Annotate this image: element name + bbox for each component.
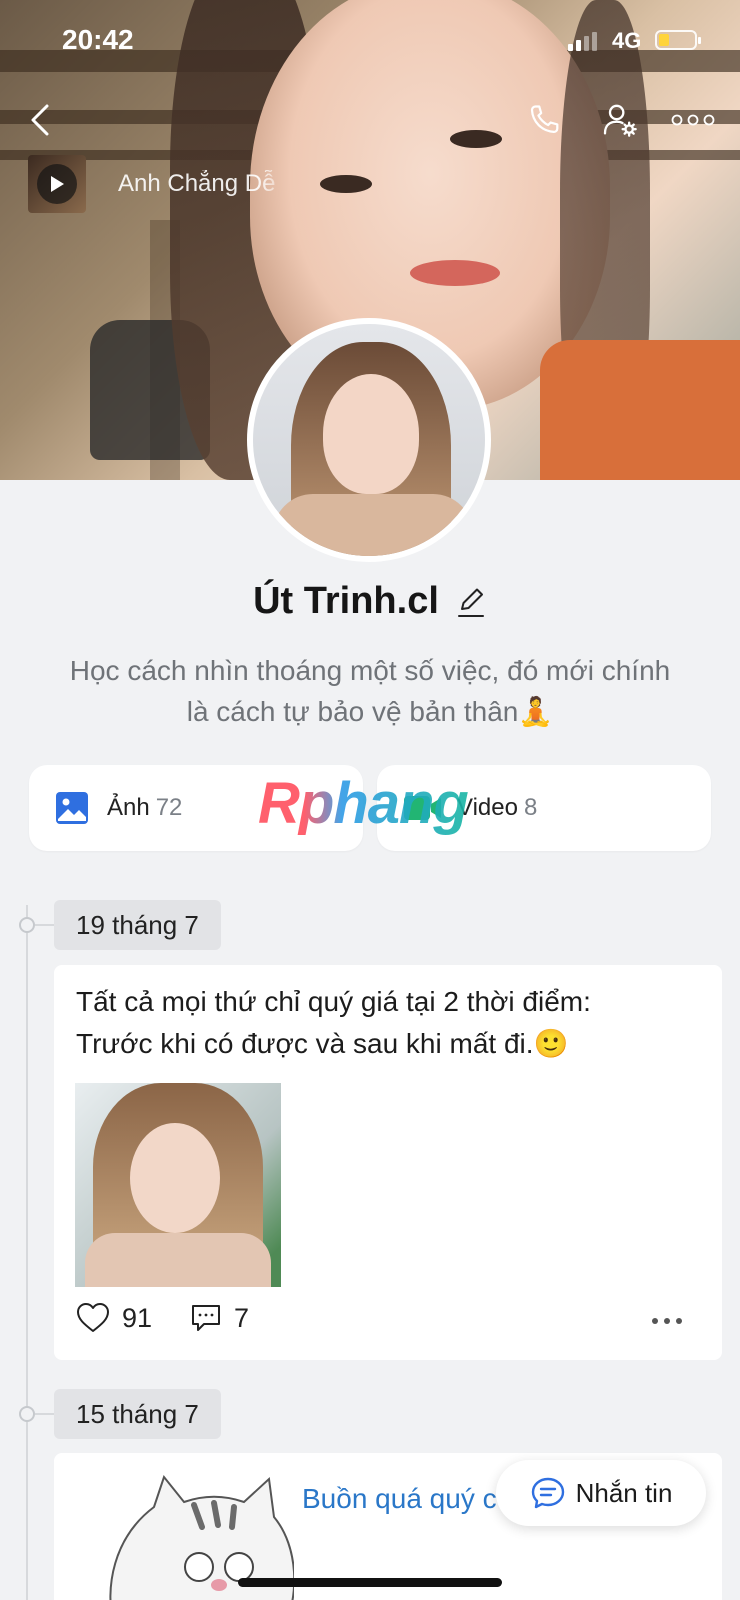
home-indicator[interactable] <box>238 1578 502 1587</box>
chat-bubble-icon <box>531 1477 564 1509</box>
videos-count: 8 <box>523 794 538 821</box>
play-icon <box>51 176 64 192</box>
timeline-line <box>26 905 28 1600</box>
back-button[interactable] <box>18 98 62 142</box>
photo-icon <box>56 792 88 824</box>
timeline-dot <box>19 917 35 933</box>
bio-line-2: là cách tự bảo vệ bản thân🧘 <box>186 696 554 727</box>
timeline-tick <box>35 924 55 926</box>
battery-icon <box>655 30 701 50</box>
signal-icon <box>568 32 597 51</box>
comment-icon <box>192 1305 221 1331</box>
more-options-button[interactable] <box>668 98 718 142</box>
music-thumbnail <box>28 155 86 213</box>
post-text: Tất cả mọi thứ chỉ quý giá tại 2 thời đi… <box>76 981 696 1065</box>
profile-bio: Học cách nhìn thoáng một số việc, đó mới… <box>30 650 710 732</box>
user-settings-icon <box>603 104 637 137</box>
post-actions: 91 7 <box>76 1302 287 1334</box>
post-text: Buồn quá quý c <box>302 1483 497 1514</box>
comment-button[interactable]: 7 <box>190 1303 249 1334</box>
timeline-tick <box>35 1413 55 1415</box>
profile-settings-button[interactable] <box>598 98 642 142</box>
profile-music[interactable]: Anh Chẳng Dễ <box>28 155 293 213</box>
comment-count: 7 <box>234 1302 250 1333</box>
bio-line-1: Học cách nhìn thoáng một số việc, đó mới… <box>69 655 671 686</box>
profile-name-row: Út Trinh.cl <box>0 580 740 623</box>
edit-pencil-icon[interactable] <box>455 584 487 620</box>
avatar[interactable] <box>247 318 491 562</box>
post-more-icon[interactable] <box>652 1318 682 1324</box>
like-count: 91 <box>122 1302 153 1333</box>
status-bar: 20:42 4G <box>0 0 740 80</box>
watermark-logo: Rphang <box>258 771 469 836</box>
photos-count: 72 <box>155 794 183 821</box>
post-photo[interactable] <box>75 1083 281 1287</box>
more-horizontal-icon <box>671 114 715 126</box>
message-button[interactable]: Nhắn tin <box>496 1460 706 1526</box>
phone-icon <box>530 105 559 133</box>
music-title: Anh Chẳng Dễ <box>118 170 276 197</box>
heart-icon <box>77 1303 109 1332</box>
timeline-dot <box>19 1406 35 1422</box>
post-text-line-2: Trước khi có được và sau khi mất đi.🙂 <box>76 1028 569 1059</box>
message-button-label: Nhắn tin <box>575 1477 673 1508</box>
play-button[interactable] <box>37 164 77 204</box>
status-time: 20:42 <box>62 24 134 55</box>
post-date: 19 tháng 7 <box>54 900 221 950</box>
photos-label: Ảnh <box>107 794 150 821</box>
call-button[interactable] <box>522 98 566 142</box>
post-date: 15 tháng 7 <box>54 1389 221 1439</box>
chevron-left-icon <box>31 104 49 136</box>
network-type: 4G <box>612 28 642 53</box>
post-text-line-1: Tất cả mọi thứ chỉ quý giá tại 2 thời đi… <box>76 986 591 1017</box>
post-card[interactable]: Tất cả mọi thứ chỉ quý giá tại 2 thời đi… <box>54 965 722 1360</box>
profile-name: Út Trinh.cl <box>253 580 439 622</box>
like-button[interactable]: 91 <box>76 1302 152 1334</box>
